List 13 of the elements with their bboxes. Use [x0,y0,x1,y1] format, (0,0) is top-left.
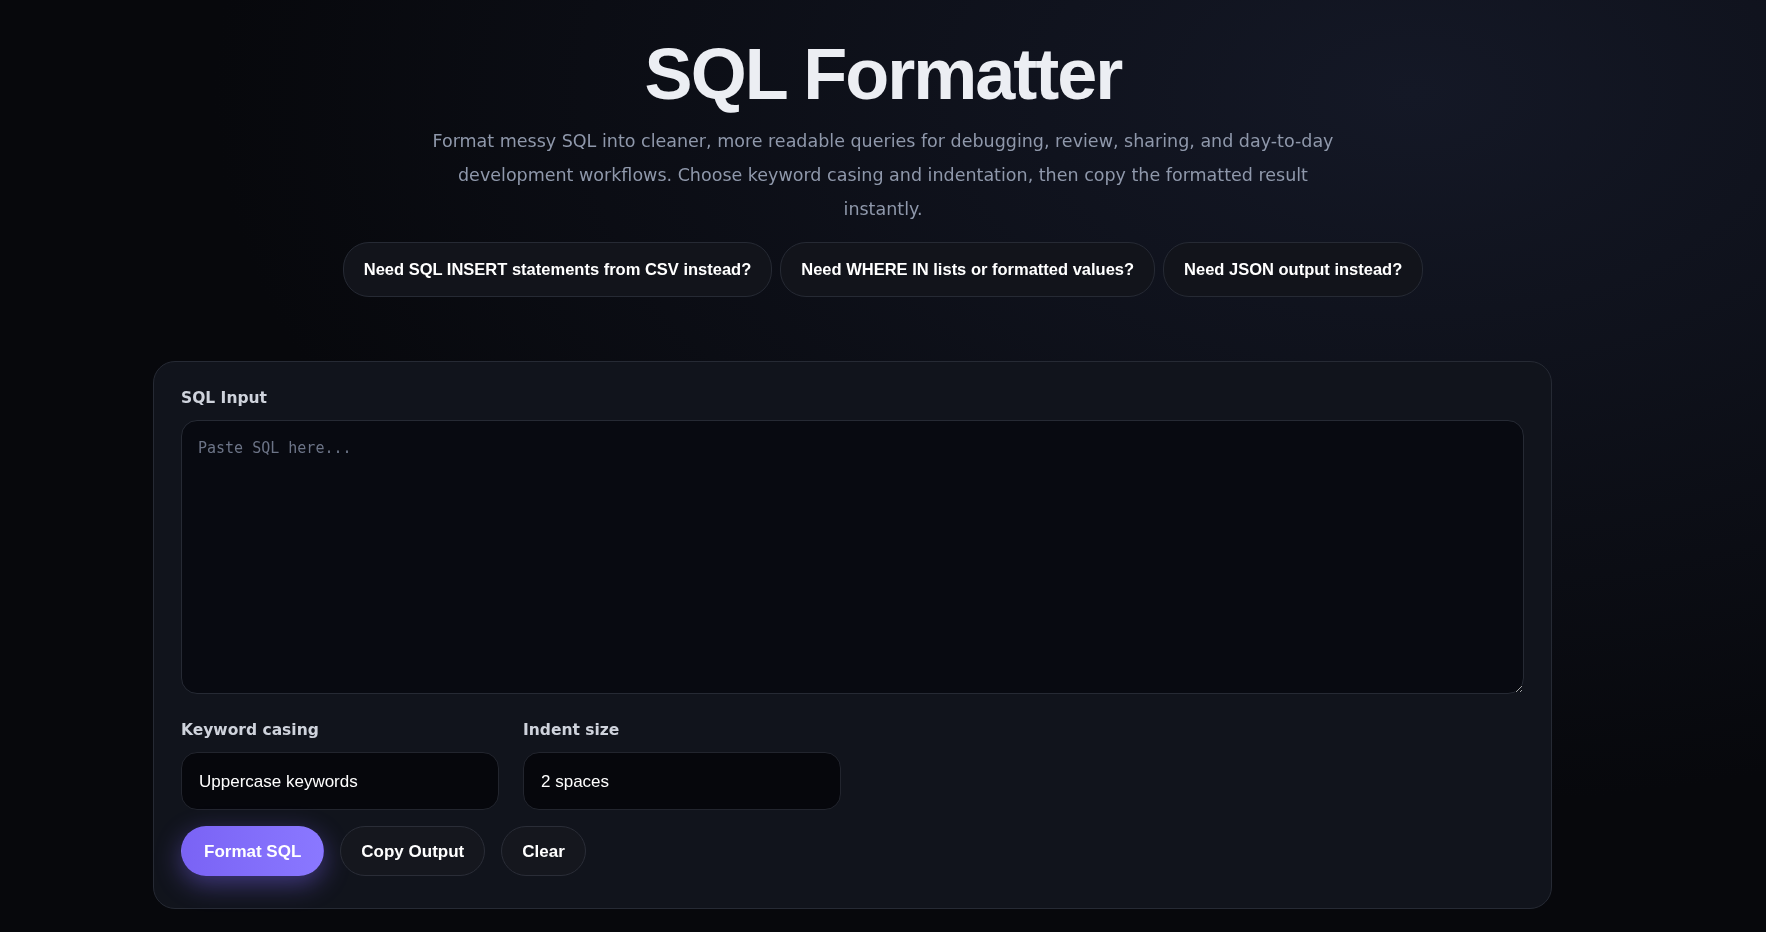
sql-input-field[interactable]: Paste SQL here... [181,420,1524,694]
field-label: Indent size [523,720,620,741]
page-description: Format messy SQL into cleaner, more readable queries for debugging, review, sharing, and day-to-day development workflows. Choose keyword casing and indentation, then copy the formatted result instantly. [431,130,1335,221]
link-pill[interactable]: Need WHERE IN lists or formatted values? [780,242,1156,297]
field-label: SQL Input [181,387,267,409]
dropdown[interactable]: 2 spaces [523,752,841,811]
action-button[interactable]: Clear [501,826,586,877]
link-pill[interactable]: Need SQL INSERT statements from CSV instead? [342,242,773,297]
format-button[interactable]: Format SQL [181,826,325,877]
field-label: Keyword casing [181,720,319,741]
action-button[interactable]: Copy Output [340,826,486,877]
link-pill[interactable]: Need JSON output instead? [1163,242,1424,297]
dropdown[interactable]: Uppercase keywords [181,752,499,811]
